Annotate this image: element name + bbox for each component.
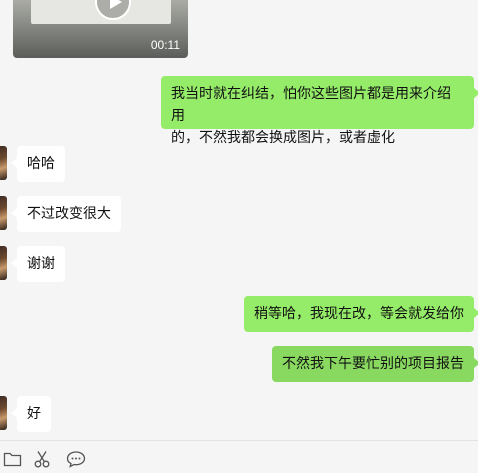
contact-avatar[interactable]: [0, 146, 7, 180]
message-text: 不过改变很大: [27, 206, 111, 222]
message-bubble-self[interactable]: 不然我下午要忙别的项目报告: [272, 346, 478, 382]
message-text-line: 的，不然我都会换成图片，或者虚化: [171, 130, 395, 146]
message-text: 不然我下午要忙别的项目报告: [282, 356, 464, 372]
chat-message-area[interactable]: 00:11 我当时就在纠结，怕你这些图片都是用来介绍用 的，不然我都会换成图片，…: [0, 0, 478, 440]
message-bubble-other[interactable]: 好: [11, 396, 51, 432]
message-bubble-self[interactable]: 我当时就在纠结，怕你这些图片都是用来介绍用 的，不然我都会换成图片，或者虚化: [161, 76, 478, 146]
message-bubble-other[interactable]: 不过改变很大: [11, 196, 121, 232]
message-bubble-self[interactable]: 稍等哈，我现在改，等会就发给你: [244, 296, 478, 332]
contact-avatar[interactable]: [0, 396, 7, 430]
input-toolbar: [0, 440, 478, 473]
scissors-icon[interactable]: [33, 450, 53, 468]
folder-icon[interactable]: [3, 450, 23, 468]
message-text: 好: [27, 406, 41, 422]
video-message-thumbnail[interactable]: 00:11: [13, 0, 188, 58]
message-text: 稍等哈，我现在改，等会就发给你: [254, 306, 464, 322]
message-bubble-other[interactable]: 哈哈: [11, 146, 65, 182]
contact-avatar[interactable]: [0, 246, 7, 280]
message-text: 哈哈: [27, 156, 55, 172]
message-text-line: 我当时就在纠结，怕你这些图片都是用来介绍用: [171, 86, 451, 124]
chat-bubble-icon[interactable]: [66, 450, 86, 468]
contact-avatar[interactable]: [0, 196, 7, 230]
video-duration: 00:11: [150, 38, 180, 52]
message-text: 谢谢: [27, 256, 55, 272]
message-bubble-other[interactable]: 谢谢: [11, 246, 65, 282]
